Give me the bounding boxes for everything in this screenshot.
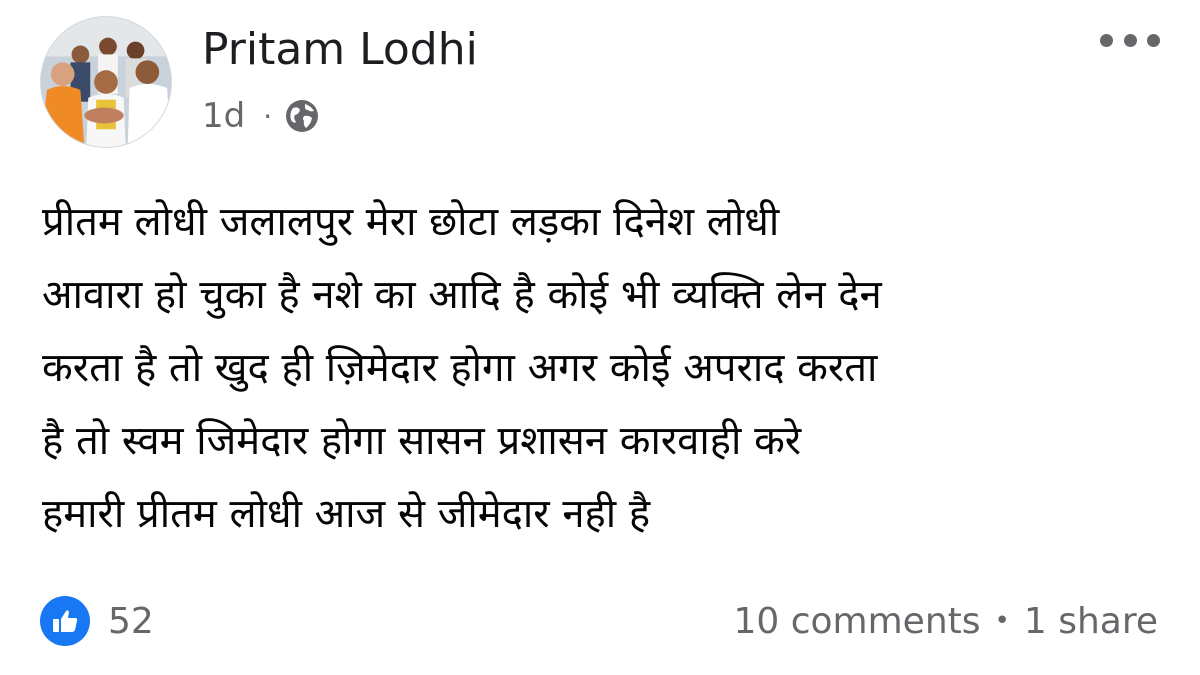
like-icon (40, 596, 90, 646)
post-text-line: आवारा हो चुका है नशे का आदि है कोई भी व्… (42, 272, 882, 318)
post-meta: 1d · (202, 94, 320, 138)
post-text-line: करता है तो खुद ही ज़िमेदार होगा अगर कोई … (42, 345, 878, 391)
comments-link[interactable]: 10 comments (733, 601, 980, 642)
author-avatar[interactable] (40, 16, 172, 148)
reactions-summary[interactable]: 52 (40, 596, 154, 646)
post-text-line: प्रीतम लोधी जलालपुर मेरा छोटा लड़का दिने… (42, 199, 780, 245)
author-name[interactable]: Pritam Lodhi (202, 22, 478, 78)
meta-separator: · (263, 99, 273, 133)
facebook-post: Pritam Lodhi 1d · प्रीतम लोधी जलालपुर मे… (0, 0, 1200, 675)
shares-link[interactable]: 1 share (1024, 601, 1158, 642)
avatar-photo (41, 17, 171, 147)
post-text-line: है तो स्वम जिमेदार होगा सासन प्रशासन कार… (42, 418, 802, 464)
post-timestamp[interactable]: 1d (202, 96, 245, 136)
globe-icon[interactable] (284, 98, 320, 134)
engagement-stats: 10 comments • 1 share (733, 596, 1158, 646)
reaction-count: 52 (108, 600, 154, 642)
post-body: प्रीतम लोधी जलालपुर मेरा छोटा लड़का दिने… (42, 186, 1172, 551)
more-options-icon[interactable] (1100, 28, 1160, 52)
post-text-line: हमारी प्रीतम लोधी आज से जीमेदार नही है (42, 491, 651, 537)
stats-separator: • (994, 606, 1010, 636)
